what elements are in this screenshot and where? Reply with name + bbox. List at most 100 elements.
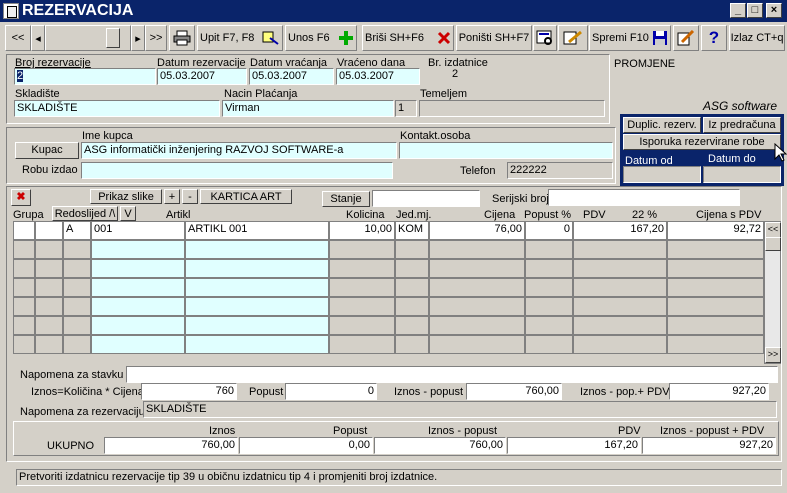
printer-icon[interactable] (169, 25, 195, 51)
cell-pdv[interactable] (573, 297, 667, 316)
cell-naziv[interactable] (185, 335, 329, 354)
cell-kolicina[interactable] (329, 259, 395, 278)
cell-cijena-pdv[interactable]: 92,72 (667, 221, 764, 240)
cell-cijena-pdv[interactable] (667, 240, 764, 259)
delete-button[interactable]: Briši SH+F6 (362, 25, 454, 51)
cell-grupa[interactable] (13, 259, 35, 278)
cell-order[interactable] (35, 221, 63, 240)
cell-popust[interactable] (525, 335, 573, 354)
cell-order[interactable] (35, 240, 63, 259)
cancel-button[interactable]: Poništi SH+F7 (456, 25, 532, 51)
cell-jed[interactable] (395, 278, 429, 297)
cell-cijena-pdv[interactable] (667, 335, 764, 354)
cell-cijena-pdv[interactable] (667, 297, 764, 316)
zoom-in-button[interactable]: + (164, 189, 180, 204)
popust-calc-field[interactable]: 0 (285, 383, 377, 400)
cell-order[interactable] (35, 316, 63, 335)
cell-grupa[interactable] (13, 221, 35, 240)
last-record-button[interactable]: >> (145, 25, 167, 51)
cell-v[interactable]: A (63, 221, 91, 240)
cell-cijena-pdv[interactable] (667, 259, 764, 278)
cell-pdv[interactable] (573, 259, 667, 278)
datum-od-field[interactable] (623, 166, 701, 183)
ime-kupca-field[interactable]: ASG informatički inženjering RAZVOJ SOFT… (81, 142, 397, 159)
cell-popust[interactable] (525, 316, 573, 335)
cell-popust[interactable] (525, 297, 573, 316)
cell-jed[interactable]: KOM (395, 221, 429, 240)
cell-sifra[interactable]: 001 (91, 221, 185, 240)
scroll-down-button[interactable]: >> (765, 347, 781, 363)
cell-sifra[interactable] (91, 335, 185, 354)
query-button[interactable]: Upit F7, F8 (197, 25, 283, 51)
cell-cijena[interactable] (429, 240, 525, 259)
delete-row-icon[interactable]: ✖ (11, 189, 31, 206)
cell-naziv[interactable] (185, 259, 329, 278)
cell-cijena[interactable] (429, 297, 525, 316)
cell-naziv[interactable] (185, 316, 329, 335)
edit-doc-icon[interactable] (558, 25, 588, 51)
vraceno-dana-field[interactable]: 05.03.2007 (336, 68, 420, 85)
prikaz-slike-button[interactable]: Prikaz slike (90, 189, 162, 204)
isporuka-button[interactable]: Isporuka rezervirane robe (623, 134, 781, 150)
record-scroll[interactable] (45, 25, 131, 51)
cell-pdv[interactable] (573, 316, 667, 335)
prev-record-button[interactable]: ◂ (31, 25, 45, 51)
cell-cijena[interactable] (429, 335, 525, 354)
cell-order[interactable] (35, 335, 63, 354)
cell-jed[interactable] (395, 297, 429, 316)
cell-order[interactable] (35, 297, 63, 316)
stanje-button[interactable]: Stanje (322, 191, 370, 207)
cell-grupa[interactable] (13, 335, 35, 354)
stanje-field[interactable] (372, 190, 480, 207)
kupac-button[interactable]: Kupac (15, 142, 79, 159)
cell-naziv[interactable]: ARTIKL 001 (185, 221, 329, 240)
cell-cijena[interactable] (429, 316, 525, 335)
cell-naziv[interactable] (185, 240, 329, 259)
serijski-field[interactable] (548, 189, 740, 206)
kartica-art-button[interactable]: KARTICA ART (200, 189, 292, 204)
datum-rezervacije-field[interactable]: 05.03.2007 (157, 68, 247, 85)
cell-jed[interactable] (395, 316, 429, 335)
cell-popust[interactable] (525, 240, 573, 259)
cell-kolicina[interactable]: 10,00 (329, 221, 395, 240)
cell-pdv[interactable] (573, 240, 667, 259)
minimize-button[interactable]: _ (730, 3, 746, 18)
cell-grupa[interactable] (13, 316, 35, 335)
cell-v[interactable] (63, 335, 91, 354)
cell-pdv[interactable]: 167,20 (573, 221, 667, 240)
cell-naziv[interactable] (185, 297, 329, 316)
cell-jed[interactable] (395, 240, 429, 259)
cell-grupa[interactable] (13, 297, 35, 316)
cell-v[interactable] (63, 278, 91, 297)
napomena-stavka-field[interactable] (126, 366, 778, 383)
cell-order[interactable] (35, 278, 63, 297)
cell-popust[interactable]: 0 (525, 221, 573, 240)
cell-popust[interactable] (525, 259, 573, 278)
cell-cijena[interactable] (429, 259, 525, 278)
cell-kolicina[interactable] (329, 316, 395, 335)
cell-naziv[interactable] (185, 278, 329, 297)
cell-sifra[interactable] (91, 297, 185, 316)
cell-v[interactable] (63, 316, 91, 335)
help-icon[interactable]: ? (701, 25, 727, 51)
cell-kolicina[interactable] (329, 297, 395, 316)
cell-kolicina[interactable] (329, 278, 395, 297)
cell-kolicina[interactable] (329, 335, 395, 354)
cell-popust[interactable] (525, 278, 573, 297)
cell-cijena-pdv[interactable] (667, 316, 764, 335)
cell-sifra[interactable] (91, 316, 185, 335)
iz-predracuna-button[interactable]: Iz predračuna (703, 117, 781, 133)
nacin-placanja-field[interactable]: Virman (222, 100, 394, 117)
duplic-button[interactable]: Duplic. rezerv. (623, 117, 701, 133)
new-entry-button[interactable]: Unos F6 (285, 25, 357, 51)
cell-order[interactable] (35, 259, 63, 278)
skladiste-field[interactable]: SKLADIŠTE (14, 100, 220, 117)
cell-sifra[interactable] (91, 259, 185, 278)
datum-vracanja-field[interactable]: 05.03.2007 (249, 68, 334, 85)
cell-kolicina[interactable] (329, 240, 395, 259)
col-redoslijed-button[interactable]: Redoslijed /\ (52, 206, 118, 221)
exit-button[interactable]: Izlaz CT+q (729, 25, 785, 51)
close-button[interactable]: × (766, 3, 782, 18)
kontakt-field[interactable] (399, 142, 613, 159)
cell-v[interactable] (63, 297, 91, 316)
